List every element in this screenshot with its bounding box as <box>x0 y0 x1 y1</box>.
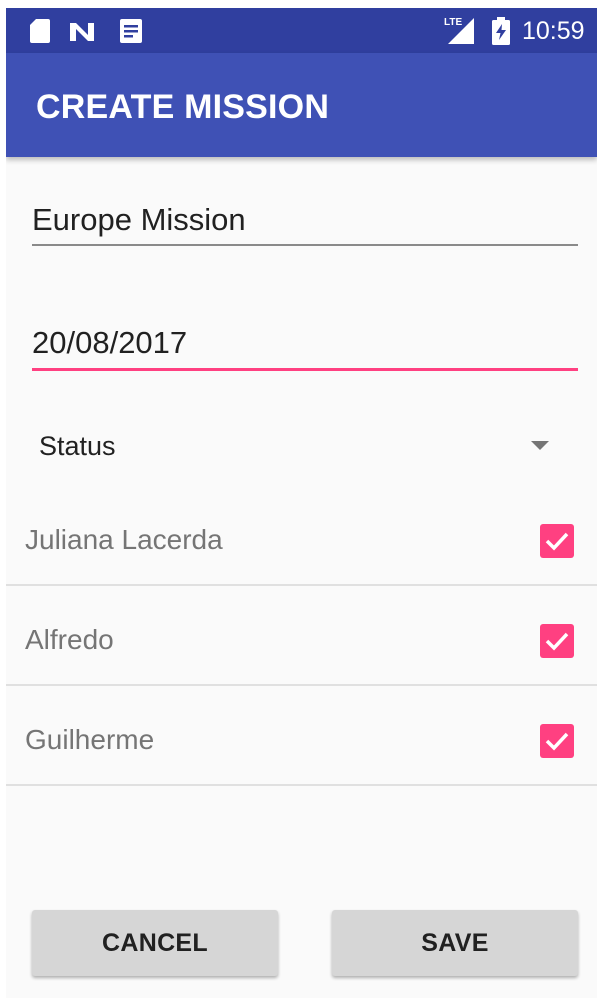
page-title: CREATE MISSION <box>36 88 330 126</box>
check-icon <box>545 632 569 651</box>
status-time: 10:59 <box>522 17 585 45</box>
status-bar: LTE 10:59 <box>6 8 597 53</box>
status-spinner[interactable]: Status <box>6 413 597 483</box>
field-underline <box>32 244 578 246</box>
member-name: Guilherme <box>25 724 155 755</box>
network-type-label: LTE <box>444 17 462 28</box>
lte-signal-icon: LTE <box>444 17 474 44</box>
mission-date-value: 20/08/2017 <box>32 325 188 360</box>
mission-name-value: Europe Mission <box>32 202 246 237</box>
member-name: Alfredo <box>25 624 114 655</box>
n-notification-icon <box>70 23 94 41</box>
member-checkbox[interactable] <box>540 624 574 658</box>
check-icon <box>545 732 569 751</box>
dropdown-arrow-icon <box>531 441 549 450</box>
document-icon <box>120 19 142 43</box>
app-screen: LTE 10:59 CREATE MISSION Europe Mission … <box>6 8 597 998</box>
list-divider <box>6 784 597 786</box>
list-item[interactable]: Alfredo <box>6 586 597 686</box>
battery-charging-icon <box>492 17 510 45</box>
check-icon <box>545 532 569 551</box>
mission-date-field[interactable]: 20/08/2017 <box>32 320 578 374</box>
member-checkbox[interactable] <box>540 524 574 558</box>
status-spinner-value: Status <box>39 431 116 461</box>
member-checkbox[interactable] <box>540 724 574 758</box>
app-toolbar: CREATE MISSION <box>6 53 597 157</box>
member-name: Juliana Lacerda <box>25 524 223 555</box>
member-list: Juliana Lacerda Alfredo Guilherme <box>6 486 597 786</box>
save-button[interactable]: SAVE <box>332 910 578 976</box>
cancel-button[interactable]: CANCEL <box>32 910 278 976</box>
sd-card-icon <box>30 19 50 43</box>
list-item[interactable]: Guilherme <box>6 686 597 786</box>
mission-name-field[interactable]: Europe Mission <box>32 198 578 248</box>
list-item[interactable]: Juliana Lacerda <box>6 486 597 586</box>
field-underline-focused <box>32 368 578 371</box>
